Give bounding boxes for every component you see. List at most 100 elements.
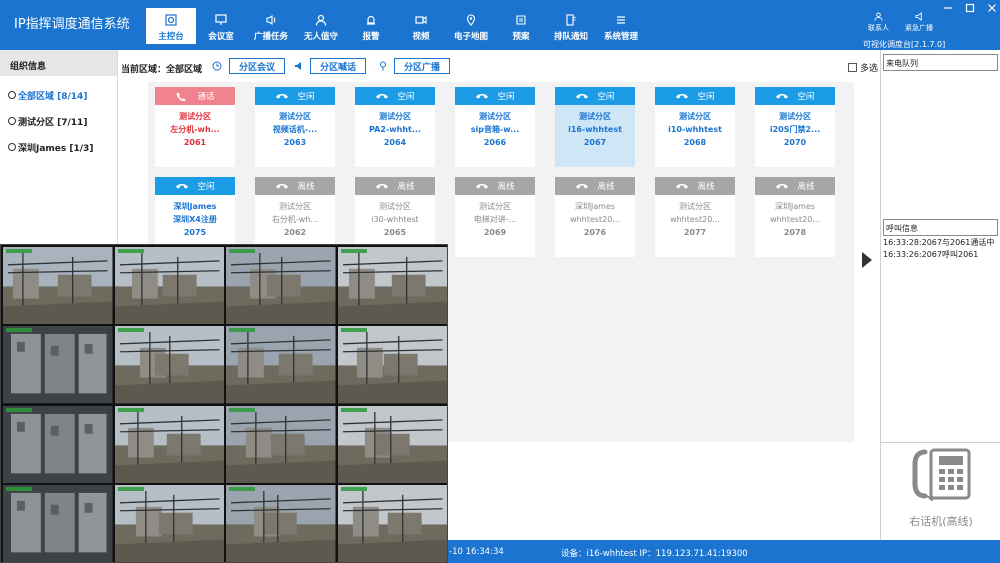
nav-unattended[interactable]: 无人值守 [296,8,346,44]
zone-broadcast-button[interactable]: 分区广播 [394,58,450,74]
terminal-card[interactable]: 空闲测试分区 i20S门禁2... 2070 [755,87,835,167]
terminal-number: 2066 [483,138,507,147]
terminal-status-bar: 离线 [355,177,435,195]
nav-console[interactable]: 主控台 [146,8,196,44]
tree-item-label: 全部区域 [8/14] [18,91,88,102]
camera-feed[interactable] [3,405,113,483]
nav-plan[interactable]: 预案 [496,8,546,44]
expand-arrow-icon[interactable] [862,252,872,268]
terminal-info: 测试分区 i20S门禁2... 2070 [755,105,835,149]
camera-feed[interactable] [3,247,113,325]
terminal-card[interactable]: 空闲 测试分区 i16-whhtest 2067 [555,87,635,167]
nav-label: 排队通知 [553,32,588,42]
queue-notify-icon [564,14,578,26]
terminal-status: 离线 [697,182,715,192]
nav-system-manage[interactable]: 系统管理 [596,8,646,44]
handset-icon [476,93,489,98]
terminal-status: 空闲 [497,92,515,102]
terminal-info: 深圳James 深圳X4注册 2075 [155,195,235,239]
terminal-status: 离线 [497,182,515,192]
camera-osd-label [229,486,255,491]
tree-item-all-areas[interactable]: 全部区域 [8/14] [0,82,117,108]
camera-osd-label [229,328,255,333]
multi-select-checkbox[interactable]: 多选 [848,61,878,74]
emergency-broadcast-button[interactable]: 紧急广播 [905,12,933,33]
call-info-panel: 来电队列 呼叫信息 16:33:28:2067与2061通话中 16:33:26… [880,50,1000,540]
terminal-card[interactable]: 离线 深圳James whhtest20... 2078 [755,177,835,257]
terminal-zone: 测试分区 [679,202,711,211]
handset-icon [376,183,389,188]
terminal-info: 测试分区 视频话机-... 2063 [255,105,335,149]
map-icon [464,14,478,26]
desk-phone-icon[interactable] [909,448,973,504]
handset-icon [676,183,689,188]
zone-meeting-button[interactable]: 分区会议 [229,58,285,74]
plan-icon [514,14,528,26]
minimize-button[interactable] [942,2,954,14]
camera-feed[interactable] [337,484,447,562]
camera-osd-label [229,407,255,412]
system-manage-icon [614,14,628,26]
terminal-card[interactable]: 空闲测试分区 sip音箱-w... 2066 [455,87,535,167]
nav-broadcast-task[interactable]: 广播任务 [246,8,296,44]
video-grid [3,247,447,562]
terminal-name: i30-whhtest [371,215,419,224]
nav-label: 系统管理 [603,32,638,42]
camera-feed[interactable] [226,405,336,483]
terminal-card[interactable]: 通话 测试分区 左分机-wh... 2061 [155,87,235,167]
contacts-button[interactable]: 联系人 [868,12,889,33]
terminal-number: 2063 [283,138,307,147]
terminal-card[interactable]: 离线 深圳James whhtest20... 2076 [555,177,635,257]
camera-feed[interactable] [114,247,224,325]
nav-alarm[interactable]: 报警 [346,8,396,44]
maximize-button[interactable] [964,2,976,14]
terminal-status: 空闲 [297,92,315,102]
terminal-status: 离线 [297,182,315,192]
terminal-status: 离线 [597,182,615,192]
nav-queue-notify[interactable]: 排队通知 [546,8,596,44]
terminal-card[interactable]: 空闲 测试分区 i10-whhtest 2068 [655,87,735,167]
camera-feed[interactable] [226,247,336,325]
camera-feed[interactable] [114,326,224,404]
tree-item-shenzhen-james[interactable]: 深圳James [1/3] [0,134,117,160]
close-button[interactable] [986,2,998,14]
terminal-number: 2077 [683,228,707,237]
terminal-card[interactable]: 空闲 测试分区 PA2-whht... 2064 [355,87,435,167]
nav-video[interactable]: 视频 [396,8,446,44]
camera-osd-label [340,486,367,491]
terminal-name: i10-whhtest [668,125,722,134]
camera-feed[interactable] [337,247,447,325]
camera-feed[interactable] [226,326,336,404]
handset-icon [376,93,389,98]
terminal-zone: 测试分区 [279,112,311,121]
status-time: -10 16:34:34 [449,547,504,557]
tree-item-test-zone[interactable]: 测试分区 [7/11] [0,108,117,134]
terminal-name: 左分机-wh... [170,125,220,134]
camera-feed[interactable] [3,326,113,404]
terminal-number: 2061 [183,138,207,147]
terminal-card[interactable]: 离线测试分区 电梯对讲-... 2069 [455,177,535,257]
clock-icon [212,61,222,71]
terminal-status-bar: 空闲 [655,87,735,105]
terminal-status: 空闲 [797,92,815,102]
terminal-zone: 测试分区 [679,112,711,121]
camera-feed[interactable] [3,484,113,562]
camera-feed[interactable] [337,405,447,483]
camera-osd-label [117,486,144,491]
maximize-icon [965,3,975,13]
camera-feed[interactable] [337,326,447,404]
terminal-card[interactable]: 离线 测试分区 whhtest20... 2077 [655,177,735,257]
tree-item-label: 深圳James [1/3] [18,143,94,154]
terminal-number: 2064 [383,138,407,147]
camera-feed[interactable] [226,484,336,562]
zone-call-button[interactable]: 分区喊话 [310,58,366,74]
terminal-info: 测试分区 sip音箱-w... 2066 [455,105,535,149]
nav-meeting-room[interactable]: 会议室 [196,8,246,44]
terminal-card[interactable]: 空闲测试分区 视频话机-... 2063 [255,87,335,167]
camera-feed[interactable] [114,484,224,562]
terminal-status-bar: 离线 [555,177,635,195]
camera-feed[interactable] [114,405,224,483]
nav-e-map[interactable]: 电子地图 [446,8,496,44]
terminal-name: i20S门禁2... [769,125,821,134]
terminal-info: 测试分区 电梯对讲-... 2069 [455,195,535,239]
